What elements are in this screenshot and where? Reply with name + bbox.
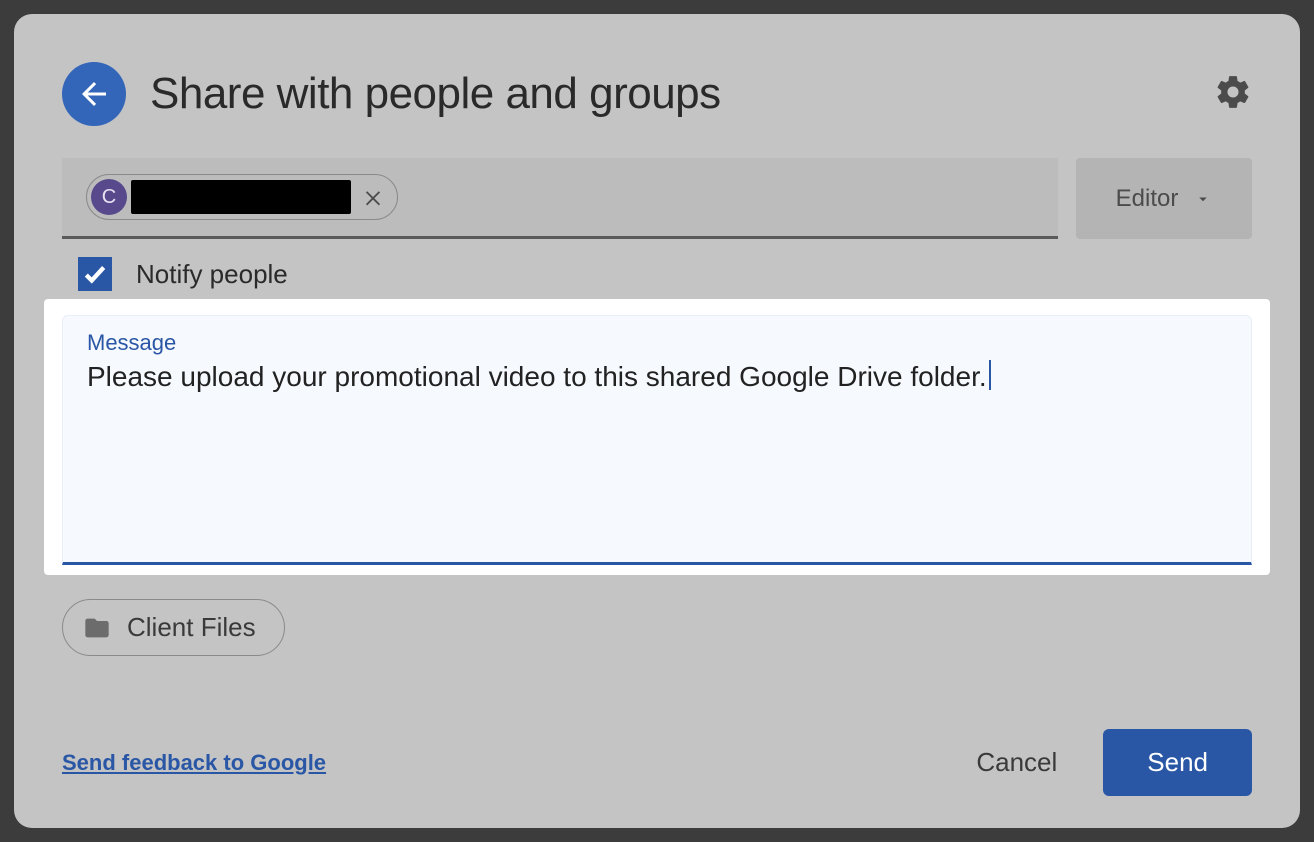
notify-row: Notify people xyxy=(62,257,1252,291)
role-dropdown[interactable]: Editor xyxy=(1076,158,1252,239)
dialog-header: Share with people and groups xyxy=(62,62,1252,126)
notify-label: Notify people xyxy=(136,259,288,290)
message-text: Please upload your promotional video to … xyxy=(87,361,987,392)
notify-checkbox[interactable] xyxy=(78,257,112,291)
gear-icon xyxy=(1214,73,1252,111)
feedback-link[interactable]: Send feedback to Google xyxy=(62,750,326,776)
attachment-row: Client Files xyxy=(62,599,1252,656)
arrow-left-icon xyxy=(76,76,112,112)
role-selected-label: Editor xyxy=(1116,185,1179,213)
recipient-name-redacted xyxy=(131,180,351,214)
message-highlight: Message Please upload your promotional v… xyxy=(44,299,1270,575)
caret-down-icon xyxy=(1194,190,1212,208)
dialog-title: Share with people and groups xyxy=(150,69,721,119)
close-icon xyxy=(362,186,384,208)
text-cursor xyxy=(989,360,991,390)
footer-buttons: Cancel Send xyxy=(958,729,1252,796)
recipient-row: C Editor xyxy=(62,158,1252,239)
back-button[interactable] xyxy=(62,62,126,126)
message-text-wrap: Please upload your promotional video to … xyxy=(87,360,1227,394)
avatar: C xyxy=(91,179,127,215)
settings-button[interactable] xyxy=(1214,73,1252,116)
message-field-label: Message xyxy=(87,330,1227,356)
recipient-input[interactable]: C xyxy=(62,158,1058,239)
cancel-button[interactable]: Cancel xyxy=(958,733,1075,792)
recipient-chip[interactable]: C xyxy=(86,174,398,220)
message-input[interactable]: Message Please upload your promotional v… xyxy=(62,315,1252,565)
attachment-chip[interactable]: Client Files xyxy=(62,599,285,656)
dialog-footer: Send feedback to Google Cancel Send xyxy=(62,701,1252,796)
check-icon xyxy=(82,261,108,287)
attachment-name: Client Files xyxy=(127,612,256,643)
remove-recipient-button[interactable] xyxy=(359,183,387,211)
folder-icon xyxy=(83,614,111,642)
send-button[interactable]: Send xyxy=(1103,729,1252,796)
share-dialog: Share with people and groups C Editor xyxy=(14,14,1300,828)
